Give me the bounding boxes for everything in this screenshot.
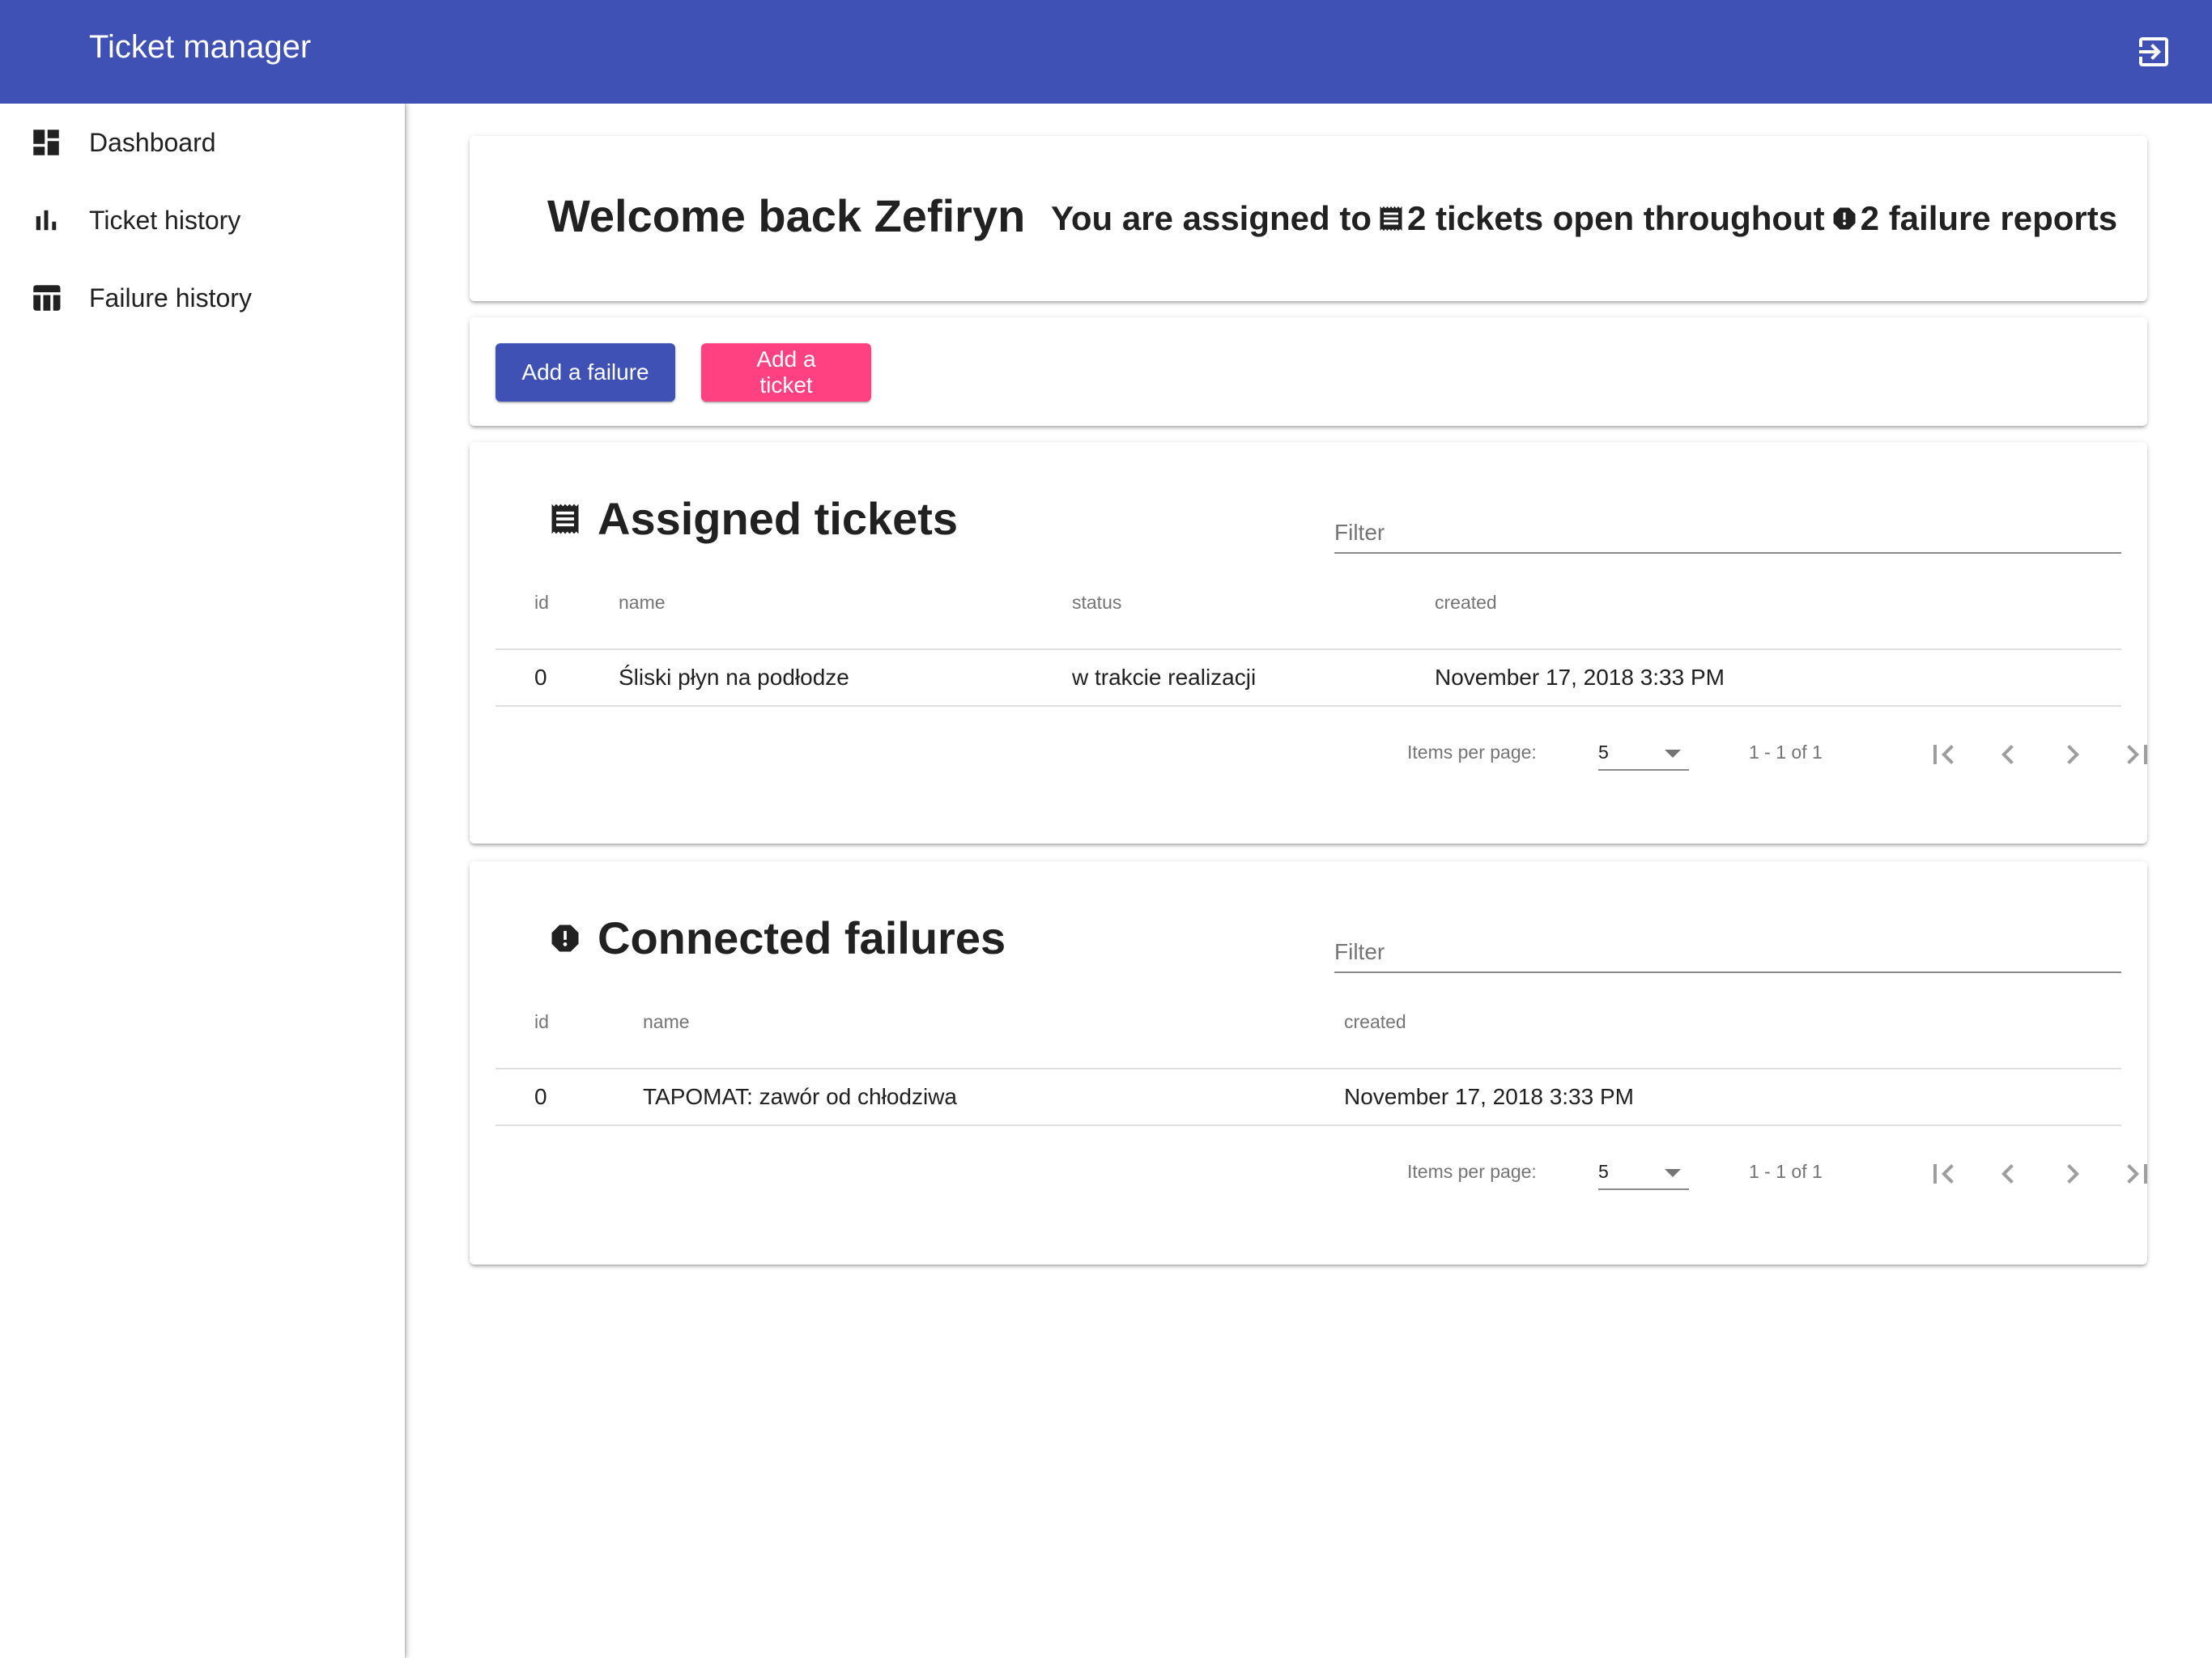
top-toolbar: Ticket manager xyxy=(0,0,2212,104)
actions-card: Add a failure Add a ticket xyxy=(470,317,2147,426)
failures-filter-input[interactable] xyxy=(1334,920,2121,971)
failures-filter xyxy=(1334,920,2121,973)
exit-to-app-icon xyxy=(2139,37,2168,66)
page-size-select[interactable]: 5 xyxy=(1598,730,1689,771)
section-title: Connected failures xyxy=(547,912,1006,964)
sidebar-item-dashboard[interactable]: Dashboard xyxy=(0,104,405,181)
sidebar: Dashboard Ticket history Failure history xyxy=(0,104,405,1658)
report-icon xyxy=(547,920,583,956)
items-per-page-label: Items per page: xyxy=(1407,742,1537,763)
first-page-button[interactable] xyxy=(1919,730,1967,779)
column-header-name[interactable]: name xyxy=(619,557,1072,650)
section-title-text: Assigned tickets xyxy=(598,493,959,544)
page-size-select[interactable]: 5 xyxy=(1598,1150,1689,1190)
tickets-filter xyxy=(1334,500,2121,554)
cell-created: November 17, 2018 3:33 PM xyxy=(1435,649,2121,707)
assignment-summary: You are assigned to 2 tickets open throu… xyxy=(1051,199,2117,238)
column-header-created[interactable]: created xyxy=(1344,976,2121,1069)
sidebar-item-label: Ticket history xyxy=(89,205,241,235)
logout-button[interactable] xyxy=(2134,32,2173,71)
last-page-button[interactable] xyxy=(2113,730,2162,779)
page-range-label: 1 - 1 of 1 xyxy=(1749,742,1823,763)
app-title: Ticket manager xyxy=(89,29,312,65)
column-header-name[interactable]: name xyxy=(643,976,1344,1069)
column-header-status[interactable]: status xyxy=(1072,557,1435,650)
add-ticket-button[interactable]: Add a ticket xyxy=(701,343,871,402)
table-icon xyxy=(29,281,63,315)
table-row[interactable]: 0 Śliski płyn na podłodze w trakcie real… xyxy=(496,649,2121,707)
cell-name: TAPOMAT: zawór od chłodziwa xyxy=(643,1069,1344,1126)
column-header-created[interactable]: created xyxy=(1435,557,2121,650)
first-page-icon xyxy=(1933,745,1954,764)
column-header-id[interactable]: id xyxy=(496,557,619,650)
failures-count-text: 2 failure reports xyxy=(1860,199,2118,237)
next-page-button[interactable] xyxy=(2048,1150,2097,1198)
dropdown-arrow-icon xyxy=(1665,750,1681,758)
cell-name: Śliski płyn na podłodze xyxy=(619,649,1072,707)
assigned-tickets-card: Assigned tickets id name status created … xyxy=(470,442,2147,844)
bar-chart-icon xyxy=(29,203,63,237)
last-page-icon xyxy=(2127,1164,2147,1184)
previous-page-button[interactable] xyxy=(1984,730,2032,779)
add-failure-button[interactable]: Add a failure xyxy=(496,343,675,402)
last-page-icon xyxy=(2127,745,2147,764)
page-range-label: 1 - 1 of 1 xyxy=(1749,1161,1823,1182)
chevron-right-icon xyxy=(2067,745,2079,764)
cell-created: November 17, 2018 3:33 PM xyxy=(1344,1069,2121,1126)
chevron-left-icon xyxy=(2001,745,2014,764)
assigned-prefix: You are assigned to xyxy=(1051,199,1372,237)
welcome-title: Welcome back Zefiryn xyxy=(547,190,1026,241)
first-page-icon xyxy=(1933,1164,1954,1184)
tickets-table: id name status created 0 Śliski płyn na … xyxy=(496,557,2121,707)
previous-page-button[interactable] xyxy=(1984,1150,2032,1198)
section-title: Assigned tickets xyxy=(547,492,958,545)
failures-table: id name created 0 TAPOMAT: zawór od chło… xyxy=(496,976,2121,1126)
chevron-right-icon xyxy=(2067,1164,2079,1184)
sidebar-item-label: Dashboard xyxy=(89,127,216,157)
failures-paginator: Items per page: 5 1 - 1 of 1 xyxy=(496,1133,2147,1214)
section-title-text: Connected failures xyxy=(598,912,1006,963)
cell-id: 0 xyxy=(496,649,619,707)
cell-id: 0 xyxy=(496,1069,643,1126)
tickets-count-text: 2 tickets open throughout xyxy=(1407,199,1825,237)
sidebar-item-ticket-history[interactable]: Ticket history xyxy=(0,181,405,259)
sidebar-item-label: Failure history xyxy=(89,283,252,312)
dashboard-icon xyxy=(29,125,63,159)
page-size-value: 5 xyxy=(1598,742,1609,763)
column-header-id[interactable]: id xyxy=(496,976,643,1069)
report-icon xyxy=(1830,204,1859,233)
receipt-icon xyxy=(1376,204,1406,233)
chevron-left-icon xyxy=(2001,1164,2014,1184)
table-row[interactable]: 0 TAPOMAT: zawór od chłodziwa November 1… xyxy=(496,1069,2121,1126)
dropdown-arrow-icon xyxy=(1665,1169,1681,1177)
table-header-row: id name status created xyxy=(496,557,2121,650)
last-page-button[interactable] xyxy=(2113,1150,2162,1198)
receipt-icon xyxy=(547,501,583,537)
table-header-row: id name created xyxy=(496,976,2121,1069)
first-page-button[interactable] xyxy=(1919,1150,1967,1198)
cell-status: w trakcie realizacji xyxy=(1072,649,1435,707)
page-size-value: 5 xyxy=(1598,1161,1609,1182)
next-page-button[interactable] xyxy=(2048,730,2097,779)
connected-failures-card: Connected failures id name created 0 TAP… xyxy=(470,861,2147,1265)
tickets-filter-input[interactable] xyxy=(1334,500,2121,552)
items-per-page-label: Items per page: xyxy=(1407,1161,1537,1182)
main-content: Welcome back Zefiryn You are assigned to… xyxy=(405,104,2212,1658)
welcome-card: Welcome back Zefiryn You are assigned to… xyxy=(470,136,2147,301)
tickets-paginator: Items per page: 5 1 - 1 of 1 xyxy=(496,714,2147,795)
sidebar-item-failure-history[interactable]: Failure history xyxy=(0,259,405,337)
